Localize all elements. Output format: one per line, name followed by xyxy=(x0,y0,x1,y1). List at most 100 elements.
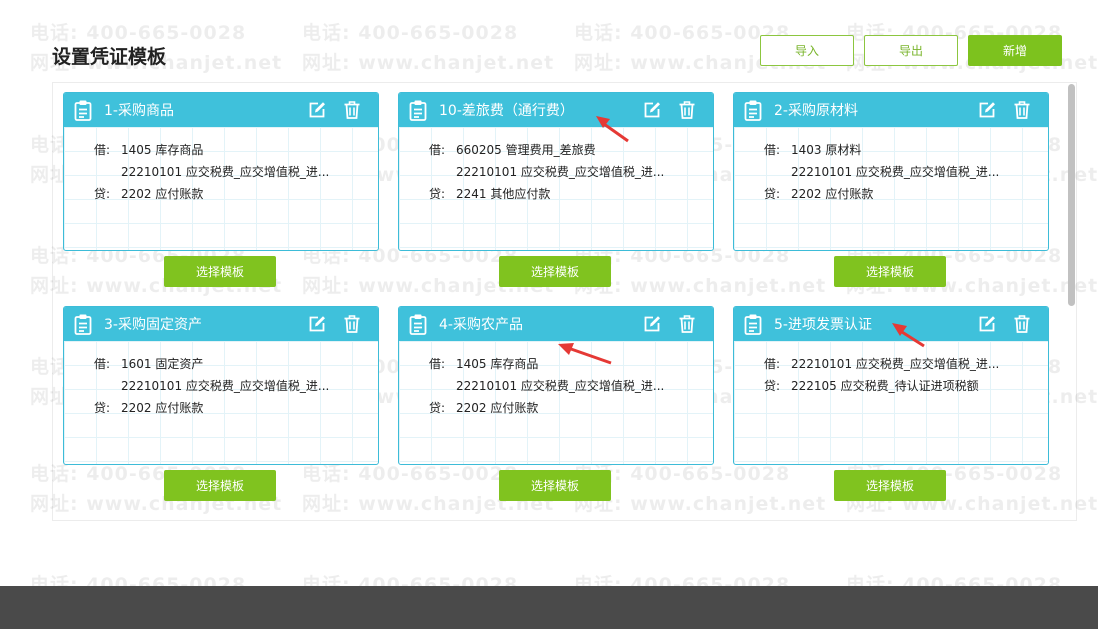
card-body: 借: 1403 原材料 22210101 应交税费_应交增值税_进... 贷: 22… xyxy=(734,127,1048,205)
edit-icon[interactable] xyxy=(307,314,327,334)
entry-line: 贷: 2202 应付账款 xyxy=(429,397,713,419)
trash-icon[interactable] xyxy=(342,314,362,334)
scrollbar-thumb[interactable] xyxy=(1068,84,1075,306)
edit-icon[interactable] xyxy=(977,314,997,334)
clipboard-icon xyxy=(407,99,429,121)
entry-direction xyxy=(764,161,791,183)
entry-account: 22210101 应交税费_应交增值税_进... xyxy=(121,165,330,179)
card-title: 5-进项发票认证 xyxy=(774,317,872,333)
clipboard-icon xyxy=(742,313,764,335)
entry-direction: 借: xyxy=(764,357,781,371)
entry-account: 222105 应交税费_待认证进项税额 xyxy=(791,379,979,393)
edit-icon[interactable] xyxy=(307,100,327,120)
bottom-bar xyxy=(0,586,1098,629)
entry-account: 22210101 应交税费_应交增值税_进... xyxy=(121,379,330,393)
entry-account: 22210101 应交税费_应交增值税_进... xyxy=(791,357,1000,371)
template-card: 10-差旅费（通行费） 借: 660205 管理费用_差旅费 22210101 应… xyxy=(398,92,714,251)
card-body: 借: 660205 管理费用_差旅费 22210101 应交税费_应交增值税_进.… xyxy=(399,127,713,205)
select-template-button[interactable]: 选择模板 xyxy=(499,256,611,287)
export-button[interactable]: 导出 xyxy=(864,35,958,66)
card-header: 1-采购商品 xyxy=(64,93,378,127)
entry-direction: 贷: xyxy=(764,187,781,201)
template-card: 4-采购农产品 借: 1405 库存商品 22210101 应交税费_应交增值税_… xyxy=(398,306,714,465)
entry-line: 借: 1405 库存商品 xyxy=(429,353,713,375)
entry-direction: 借: xyxy=(94,143,111,157)
clipboard-icon xyxy=(72,99,94,121)
watermark-text: 电话: 400-665-0028 xyxy=(302,22,519,44)
card-title: 10-差旅费（通行费） xyxy=(439,103,574,119)
entry-direction: 贷: xyxy=(94,187,111,201)
entry-account: 1405 库存商品 xyxy=(121,143,204,157)
card-header: 10-差旅费（通行费） xyxy=(399,93,713,127)
entry-direction: 贷: xyxy=(429,401,446,415)
entry-line: 借: 22210101 应交税费_应交增值税_进... xyxy=(764,353,1048,375)
card-body: 借: 22210101 应交税费_应交增值税_进... 贷: 222105 应交税费… xyxy=(734,341,1048,397)
entry-line: 借: 1403 原材料 xyxy=(764,139,1048,161)
edit-icon[interactable] xyxy=(642,100,662,120)
clipboard-icon xyxy=(407,313,429,335)
entry-line: 22210101 应交税费_应交增值税_进... xyxy=(764,161,1048,183)
select-template-button[interactable]: 选择模板 xyxy=(164,256,276,287)
entry-account: 22210101 应交税费_应交增值税_进... xyxy=(456,165,665,179)
card-header: 5-进项发票认证 xyxy=(734,307,1048,341)
trash-icon[interactable] xyxy=(677,314,697,334)
entry-line: 借: 1405 库存商品 xyxy=(94,139,378,161)
clipboard-icon xyxy=(742,99,764,121)
trash-icon[interactable] xyxy=(342,100,362,120)
entry-direction xyxy=(94,375,121,397)
entry-line: 贷: 2202 应付账款 xyxy=(764,183,1048,205)
entry-direction xyxy=(429,161,456,183)
edit-icon[interactable] xyxy=(977,100,997,120)
entry-direction: 贷: xyxy=(94,401,111,415)
template-card: 3-采购固定资产 借: 1601 固定资产 22210101 应交税费_应交增值税… xyxy=(63,306,379,465)
select-template-button[interactable]: 选择模板 xyxy=(164,470,276,501)
template-card: 2-采购原材料 借: 1403 原材料 22210101 应交税费_应交增值税_进… xyxy=(733,92,1049,251)
trash-icon[interactable] xyxy=(1012,100,1032,120)
entry-account: 2241 其他应付款 xyxy=(456,187,551,201)
entry-direction: 贷: xyxy=(764,379,781,393)
trash-icon[interactable] xyxy=(1012,314,1032,334)
entry-line: 借: 1601 固定资产 xyxy=(94,353,378,375)
entry-account: 2202 应付账款 xyxy=(121,401,204,415)
template-card: 5-进项发票认证 借: 22210101 应交税费_应交增值税_进... 贷: 22… xyxy=(733,306,1049,465)
entry-account: 22210101 应交税费_应交增值税_进... xyxy=(791,165,1000,179)
entry-direction: 借: xyxy=(429,143,446,157)
edit-icon[interactable] xyxy=(642,314,662,334)
import-button[interactable]: 导入 xyxy=(760,35,854,66)
entry-line: 22210101 应交税费_应交增值税_进... xyxy=(94,375,378,397)
card-title: 2-采购原材料 xyxy=(774,103,858,119)
entry-line: 贷: 2241 其他应付款 xyxy=(429,183,713,205)
watermark-text: 网址: www.chanjet.net xyxy=(302,52,555,74)
watermark-text: 电话: 400-665-0028 xyxy=(30,22,247,44)
entry-line: 贷: 2202 应付账款 xyxy=(94,183,378,205)
select-template-button[interactable]: 选择模板 xyxy=(499,470,611,501)
entry-direction xyxy=(94,161,121,183)
add-button[interactable]: 新增 xyxy=(968,35,1062,66)
select-template-button[interactable]: 选择模板 xyxy=(834,256,946,287)
card-body: 借: 1601 固定资产 22210101 应交税费_应交增值税_进... 贷: 2… xyxy=(64,341,378,419)
card-header: 4-采购农产品 xyxy=(399,307,713,341)
entry-line: 22210101 应交税费_应交增值税_进... xyxy=(429,375,713,397)
select-template-button[interactable]: 选择模板 xyxy=(834,470,946,501)
entry-line: 22210101 应交税费_应交增值税_进... xyxy=(94,161,378,183)
trash-icon[interactable] xyxy=(677,100,697,120)
entry-account: 1601 固定资产 xyxy=(121,357,204,371)
watermark-text: 电话: 400-665-0028 xyxy=(574,22,791,44)
entry-direction: 贷: xyxy=(429,187,446,201)
entry-account: 2202 应付账款 xyxy=(791,187,874,201)
entry-direction: 借: xyxy=(94,357,111,371)
entry-direction: 借: xyxy=(764,143,781,157)
page-title: 设置凭证模板 xyxy=(52,46,167,68)
card-header: 3-采购固定资产 xyxy=(64,307,378,341)
card-title: 1-采购商品 xyxy=(104,103,174,119)
entry-account: 2202 应付账款 xyxy=(456,401,539,415)
entry-direction: 借: xyxy=(429,357,446,371)
template-card: 1-采购商品 借: 1405 库存商品 22210101 应交税费_应交增值税_进… xyxy=(63,92,379,251)
card-body: 借: 1405 库存商品 22210101 应交税费_应交增值税_进... 贷: 2… xyxy=(64,127,378,205)
entry-line: 贷: 2202 应付账款 xyxy=(94,397,378,419)
card-title: 3-采购固定资产 xyxy=(104,317,202,333)
entry-direction xyxy=(429,375,456,397)
entry-line: 借: 660205 管理费用_差旅费 xyxy=(429,139,713,161)
card-header: 2-采购原材料 xyxy=(734,93,1048,127)
entry-account: 1403 原材料 xyxy=(791,143,862,157)
